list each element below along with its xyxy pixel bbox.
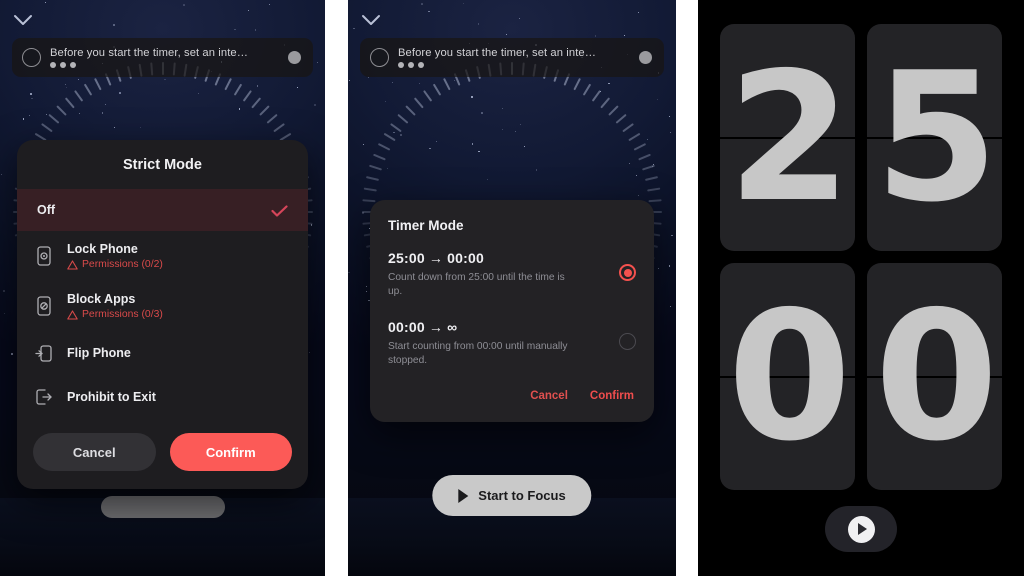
option-heading: 00:00 → ∞ bbox=[388, 319, 458, 336]
strict-mode-option-prohibit-exit[interactable]: Prohibit to Exit bbox=[17, 375, 308, 419]
permission-text: Permissions (0/2) bbox=[82, 259, 163, 270]
exit-arrow-icon bbox=[34, 386, 54, 408]
banner-text: Before you start the timer, set an inte… bbox=[398, 47, 597, 59]
screenshot-stage: Before you start the timer, set an inte…… bbox=[0, 0, 1024, 576]
strict-mode-option-block-apps[interactable]: Block Apps Permissions (0/3) bbox=[17, 281, 308, 331]
confirm-button[interactable]: Confirm bbox=[590, 390, 634, 402]
warning-triangle-icon bbox=[67, 309, 78, 320]
flip-card[interactable]: 2 bbox=[720, 24, 855, 251]
grey-dot-icon[interactable] bbox=[288, 51, 301, 64]
timer-mode-option-countdown[interactable]: 25:00 → 00:00 Count down from 25:00 unti… bbox=[388, 250, 636, 299]
circle-outline-icon bbox=[22, 48, 41, 67]
option-label: Block Apps bbox=[67, 292, 136, 306]
dialog-title: Strict Mode bbox=[123, 157, 202, 173]
banner-text: Before you start the timer, set an inte… bbox=[50, 47, 249, 59]
confirm-button[interactable]: Confirm bbox=[169, 433, 292, 471]
circle-outline-icon bbox=[370, 48, 389, 67]
phone-panel-timer-mode: Before you start the timer, set an inte…… bbox=[348, 0, 676, 576]
cancel-button[interactable]: Cancel bbox=[33, 433, 156, 471]
option-body: Block Apps Permissions (0/3) bbox=[67, 292, 163, 320]
radio-selected-icon[interactable] bbox=[619, 264, 636, 281]
option-description: Count down from 25:00 until the time is … bbox=[388, 272, 565, 298]
option-label: Prohibit to Exit bbox=[67, 390, 156, 404]
chevron-down-icon[interactable] bbox=[10, 11, 36, 29]
start-to-focus-label: Start to Focus bbox=[478, 488, 566, 503]
phone-panel-flip-clock: 2 5 0 0 bbox=[698, 0, 1024, 576]
panel-divider-2 bbox=[676, 0, 698, 576]
flip-card[interactable]: 5 bbox=[867, 24, 1002, 251]
radio-unselected-icon[interactable] bbox=[619, 333, 636, 351]
banner-content: Before you start the timer, set an inte… bbox=[50, 47, 279, 68]
option-description: Start counting from 00:00 until manually… bbox=[388, 341, 568, 367]
play-triangle-icon bbox=[458, 488, 469, 503]
warning-triangle-icon bbox=[67, 259, 78, 270]
chevron-down-icon[interactable] bbox=[358, 11, 384, 29]
timer-mode-dialog: Timer Mode 25:00 → 00:00 Count down from… bbox=[370, 200, 654, 423]
dialog-title: Timer Mode bbox=[388, 218, 464, 233]
three-dots-icon bbox=[50, 62, 279, 68]
panel-divider-1 bbox=[325, 0, 348, 576]
three-dots-icon bbox=[398, 62, 630, 68]
flip-clock-container: 2 5 0 0 bbox=[698, 0, 1024, 576]
strict-mode-option-off[interactable]: Off bbox=[17, 189, 308, 231]
notification-banner[interactable]: Before you start the timer, set an inte… bbox=[360, 38, 664, 77]
flip-clock-grid: 2 5 0 0 bbox=[720, 24, 1002, 490]
grey-dot-icon[interactable] bbox=[639, 51, 652, 64]
play-circle-icon bbox=[847, 515, 875, 543]
option-body: 25:00 → 00:00 Count down from 25:00 unti… bbox=[388, 250, 609, 299]
phone-lock-icon bbox=[34, 245, 54, 267]
app-block-icon bbox=[34, 295, 54, 317]
option-body: Flip Phone bbox=[67, 346, 131, 360]
strict-mode-option-lock-phone[interactable]: Lock Phone Permissions (0/2) bbox=[17, 231, 308, 281]
strict-mode-option-flip-phone[interactable]: Flip Phone bbox=[17, 331, 308, 375]
dialog-actions: Cancel Confirm bbox=[17, 419, 308, 489]
phone-panel-strict-mode: Before you start the timer, set an inte…… bbox=[0, 0, 325, 576]
strict-mode-dialog: Strict Mode Off Lock Phone Permissions (… bbox=[17, 140, 308, 489]
option-label: Flip Phone bbox=[67, 346, 131, 360]
cancel-button[interactable]: Cancel bbox=[530, 390, 568, 402]
permission-text: Permissions (0/3) bbox=[82, 309, 163, 320]
flip-digit: 0 bbox=[874, 272, 999, 480]
permission-status: Permissions (0/3) bbox=[67, 309, 163, 320]
flip-digit: 0 bbox=[727, 272, 852, 480]
banner-content: Before you start the timer, set an inte… bbox=[398, 47, 630, 68]
option-label-off: Off bbox=[37, 203, 56, 217]
flip-card[interactable]: 0 bbox=[867, 263, 1002, 490]
option-heading: 25:00 → 00:00 bbox=[388, 250, 484, 266]
dialog-actions: Cancel Confirm bbox=[388, 388, 636, 412]
option-body: Lock Phone Permissions (0/2) bbox=[67, 242, 163, 270]
permission-status: Permissions (0/2) bbox=[67, 259, 163, 270]
start-to-focus-button[interactable]: Start to Focus bbox=[432, 475, 592, 516]
flip-card[interactable]: 0 bbox=[720, 263, 855, 490]
option-body: 00:00 → ∞ Start counting from 00:00 unti… bbox=[388, 319, 609, 368]
play-triangle-icon bbox=[858, 523, 867, 535]
flip-digit: 2 bbox=[727, 33, 852, 241]
option-label: Lock Phone bbox=[67, 242, 138, 256]
home-indicator-pill[interactable] bbox=[100, 496, 225, 518]
play-button[interactable] bbox=[825, 506, 897, 552]
notification-banner[interactable]: Before you start the timer, set an inte… bbox=[12, 38, 313, 77]
timer-mode-option-countup[interactable]: 00:00 → ∞ Start counting from 00:00 unti… bbox=[388, 319, 636, 368]
flip-phone-icon bbox=[34, 342, 54, 364]
check-icon bbox=[271, 204, 288, 217]
flip-digit: 5 bbox=[874, 33, 999, 241]
option-body: Prohibit to Exit bbox=[67, 390, 156, 404]
